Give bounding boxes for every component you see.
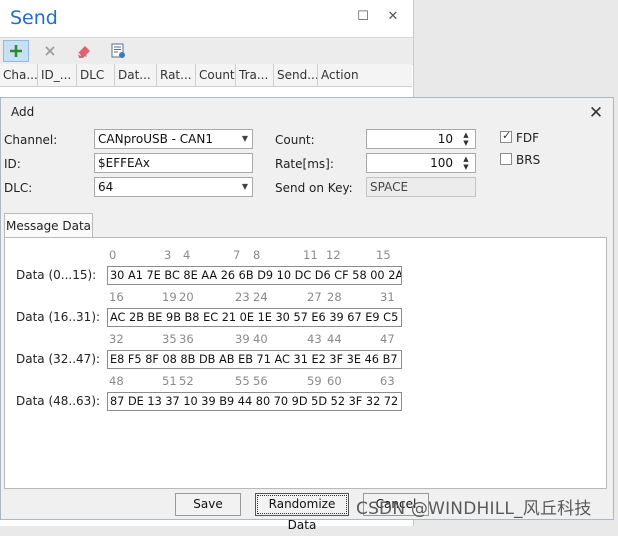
- byte-index: 55: [235, 374, 250, 388]
- rate-label: Rate[ms]:: [275, 157, 334, 171]
- col-dlc[interactable]: DLC: [77, 64, 115, 86]
- add-dialog: Add ✕ Channel: CANproUSB - CAN1 ▼ ID: $E…: [0, 97, 614, 532]
- send-key-field[interactable]: SPACE: [366, 177, 476, 197]
- byte-index: 39: [235, 332, 250, 346]
- channel-select[interactable]: CANproUSB - CAN1 ▼: [94, 129, 253, 149]
- eraser-icon[interactable]: [71, 40, 97, 62]
- byte-index: 43: [307, 332, 322, 346]
- brs-checkbox[interactable]: [500, 153, 512, 165]
- data-row-label: Data (16..31):: [16, 310, 101, 324]
- data-hex-input[interactable]: 87 DE 13 37 10 39 B9 44 80 70 9D 5D 52 3…: [107, 392, 402, 411]
- data-hex-input[interactable]: 30 A1 7E BC 8E AA 26 6B D9 10 DC D6 CF 5…: [107, 266, 402, 285]
- byte-index: 23: [235, 290, 250, 304]
- byte-index: 59: [307, 374, 322, 388]
- dialog-close-icon[interactable]: ✕: [586, 103, 606, 123]
- save-button[interactable]: Save: [175, 493, 241, 516]
- byte-index: 20: [179, 290, 194, 304]
- byte-index: 36: [179, 332, 194, 346]
- count-value: 10: [437, 132, 453, 146]
- chevron-down-icon: ▼: [241, 182, 248, 191]
- dlc-select[interactable]: 64 ▼: [94, 177, 253, 197]
- data-row-label: Data (32..47):: [16, 352, 101, 366]
- send-table-header: Cha... ID_... DLC Dat... Rat... Count Tr…: [0, 64, 412, 87]
- byte-index: 11: [303, 248, 318, 262]
- send-toolbar: [0, 37, 413, 65]
- close-icon[interactable]: ✕: [386, 10, 400, 24]
- byte-index: 28: [327, 290, 342, 304]
- channel-value: CANproUSB - CAN1: [98, 132, 213, 146]
- data-row-label: Data (48..63):: [16, 394, 101, 408]
- byte-index: 48: [109, 374, 124, 388]
- col-action[interactable]: Action: [318, 64, 391, 86]
- byte-index: 16: [109, 290, 124, 304]
- dlc-label: DLC:: [4, 181, 33, 195]
- byte-index: 0: [109, 248, 117, 262]
- data-hex-input[interactable]: E8 F5 8F 08 8B DB AB EB 71 AC 31 E2 3F 3…: [107, 350, 402, 369]
- byte-index: 32: [109, 332, 124, 346]
- byte-index: 56: [253, 374, 268, 388]
- byte-index: 8: [253, 248, 261, 262]
- byte-index: 3: [164, 248, 172, 262]
- delete-icon[interactable]: [37, 40, 63, 62]
- data-row-label: Data (0...15):: [16, 268, 97, 282]
- col-id[interactable]: ID_...: [38, 64, 77, 86]
- col-transmit[interactable]: Tra...: [236, 64, 274, 86]
- dialog-title: Add: [11, 105, 35, 119]
- byte-index: 51: [162, 374, 177, 388]
- byte-index: 27: [307, 290, 322, 304]
- watermark: CSDN @WINDHILL_风丘科技: [356, 499, 592, 519]
- rate-value: 100: [430, 156, 453, 170]
- byte-index: 60: [327, 374, 342, 388]
- byte-index: 40: [253, 332, 268, 346]
- id-value: $EFFEAx: [98, 156, 150, 170]
- spin-arrows-icon[interactable]: ▲ ▼: [460, 155, 472, 171]
- tab-message-data[interactable]: Message Data: [4, 213, 93, 238]
- count-spinner[interactable]: 10 ▲ ▼: [366, 129, 476, 149]
- id-label: ID:: [4, 157, 21, 171]
- send-key-value: SPACE: [370, 180, 409, 194]
- id-input[interactable]: $EFFEAx: [94, 153, 253, 173]
- fdf-checkbox[interactable]: ✓: [500, 129, 512, 143]
- byte-index: 12: [326, 248, 341, 262]
- byte-index: 4: [183, 248, 191, 262]
- checkmark-icon: ✓: [502, 129, 512, 142]
- byte-index: 24: [253, 290, 268, 304]
- maximize-icon[interactable]: ☐: [356, 10, 370, 24]
- col-data[interactable]: Dat...: [115, 64, 157, 86]
- byte-index: 44: [327, 332, 342, 346]
- byte-index: 47: [380, 332, 395, 346]
- dlc-value: 64: [98, 180, 114, 194]
- byte-index: 63: [380, 374, 395, 388]
- data-hex-input[interactable]: AC 2B BE 9B B8 EC 21 0E 1E 30 57 E6 39 6…: [107, 308, 402, 327]
- brs-label: BRS: [516, 153, 541, 167]
- byte-index: 7: [233, 248, 241, 262]
- message-data-panel: 0 3 4 7 8 11 12 15 Data (0...15): 30 A1 …: [4, 237, 607, 489]
- send-panel-title: Send: [10, 7, 58, 29]
- count-label: Count:: [275, 133, 315, 147]
- byte-index: 31: [380, 290, 395, 304]
- byte-index: 19: [162, 290, 177, 304]
- fdf-label: FDF: [516, 131, 540, 145]
- col-rate[interactable]: Rat...: [157, 64, 196, 86]
- byte-index: 35: [162, 332, 177, 346]
- send-key-label: Send on Key:: [275, 181, 353, 195]
- channel-label: Channel:: [4, 133, 58, 147]
- byte-index: 52: [179, 374, 194, 388]
- properties-icon[interactable]: [105, 40, 131, 62]
- rate-spinner[interactable]: 100 ▲ ▼: [366, 153, 476, 173]
- add-icon[interactable]: [3, 40, 29, 62]
- col-channel[interactable]: Cha...: [0, 64, 38, 86]
- spin-arrows-icon[interactable]: ▲ ▼: [460, 131, 472, 147]
- randomize-data-button[interactable]: Randomize Data: [255, 493, 349, 532]
- col-count[interactable]: Count: [196, 64, 236, 86]
- chevron-down-icon: ▼: [241, 134, 248, 143]
- col-send-key[interactable]: Send...: [274, 64, 318, 86]
- byte-index: 15: [376, 248, 391, 262]
